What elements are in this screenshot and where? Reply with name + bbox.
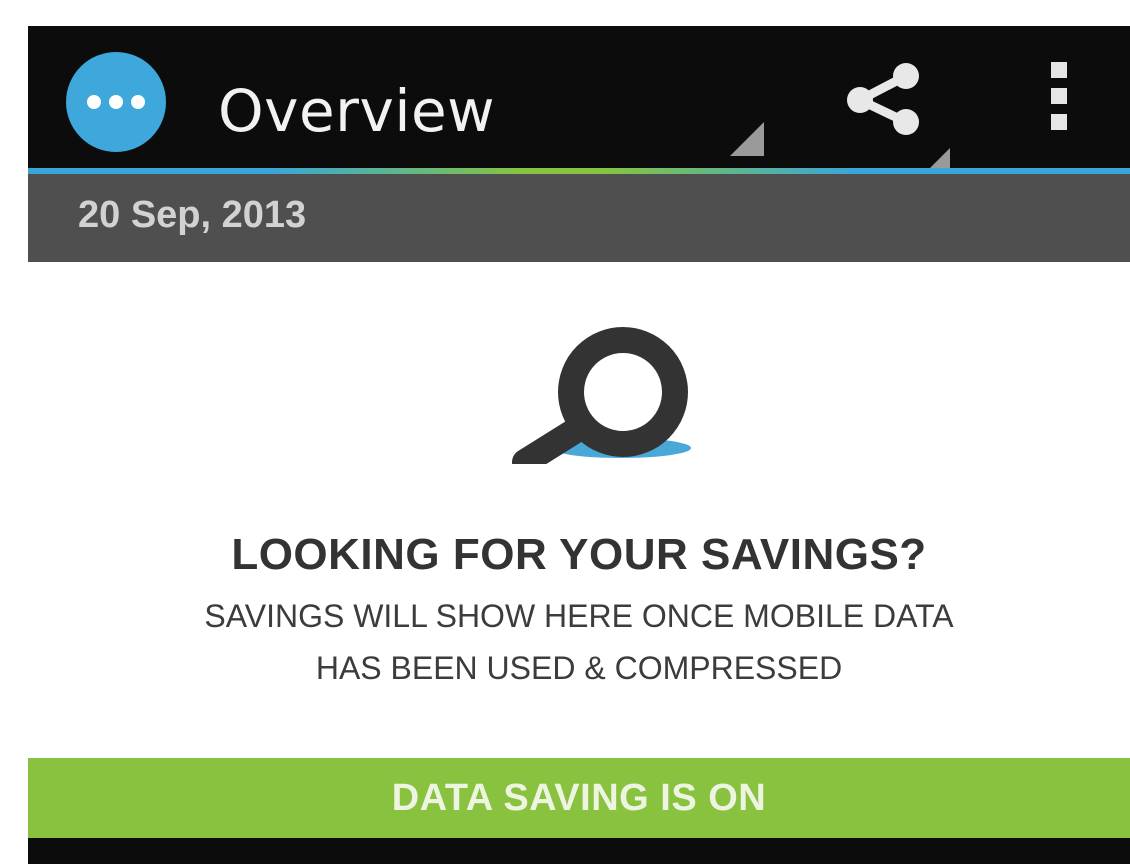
more-dots-icon[interactable] (66, 52, 166, 152)
empty-state-line-1: SAVINGS WILL SHOW HERE ONCE MOBILE DATA (204, 598, 954, 634)
empty-state-line-2: HAS BEEN USED & COMPRESSED (315, 650, 843, 686)
app-screen: Overview 20 Sep, 2013 LOOKING FOR YOUR S… (28, 26, 1130, 864)
share-icon (847, 63, 919, 135)
overflow-dot (1051, 62, 1067, 78)
magnifier-icon (512, 327, 691, 464)
dot (109, 95, 123, 109)
overflow-dot (1051, 114, 1067, 130)
dot (131, 95, 145, 109)
share-button[interactable] (836, 56, 950, 170)
date-label: 20 Sep, 2013 (78, 194, 307, 236)
empty-state-heading: LOOKING FOR YOUR SAVINGS? (231, 530, 927, 579)
share-dropdown-indicator-icon (928, 148, 950, 170)
data-saving-status-bar[interactable]: DATA SAVING IS ON (28, 758, 1130, 838)
data-saving-status-label: DATA SAVING IS ON (391, 776, 767, 819)
overflow-menu-button[interactable] (1038, 62, 1080, 142)
dot (87, 95, 101, 109)
date-bar: 20 Sep, 2013 (28, 174, 1130, 262)
action-bar: Overview (28, 26, 1130, 174)
bottom-navigation-edge (28, 838, 1130, 864)
spinner-indicator-icon (730, 122, 764, 156)
view-spinner[interactable]: Overview (218, 26, 768, 168)
page-title: Overview (218, 77, 496, 145)
overflow-dot (1051, 88, 1067, 104)
empty-state: LOOKING FOR YOUR SAVINGS? SAVINGS WILL S… (28, 262, 1130, 756)
